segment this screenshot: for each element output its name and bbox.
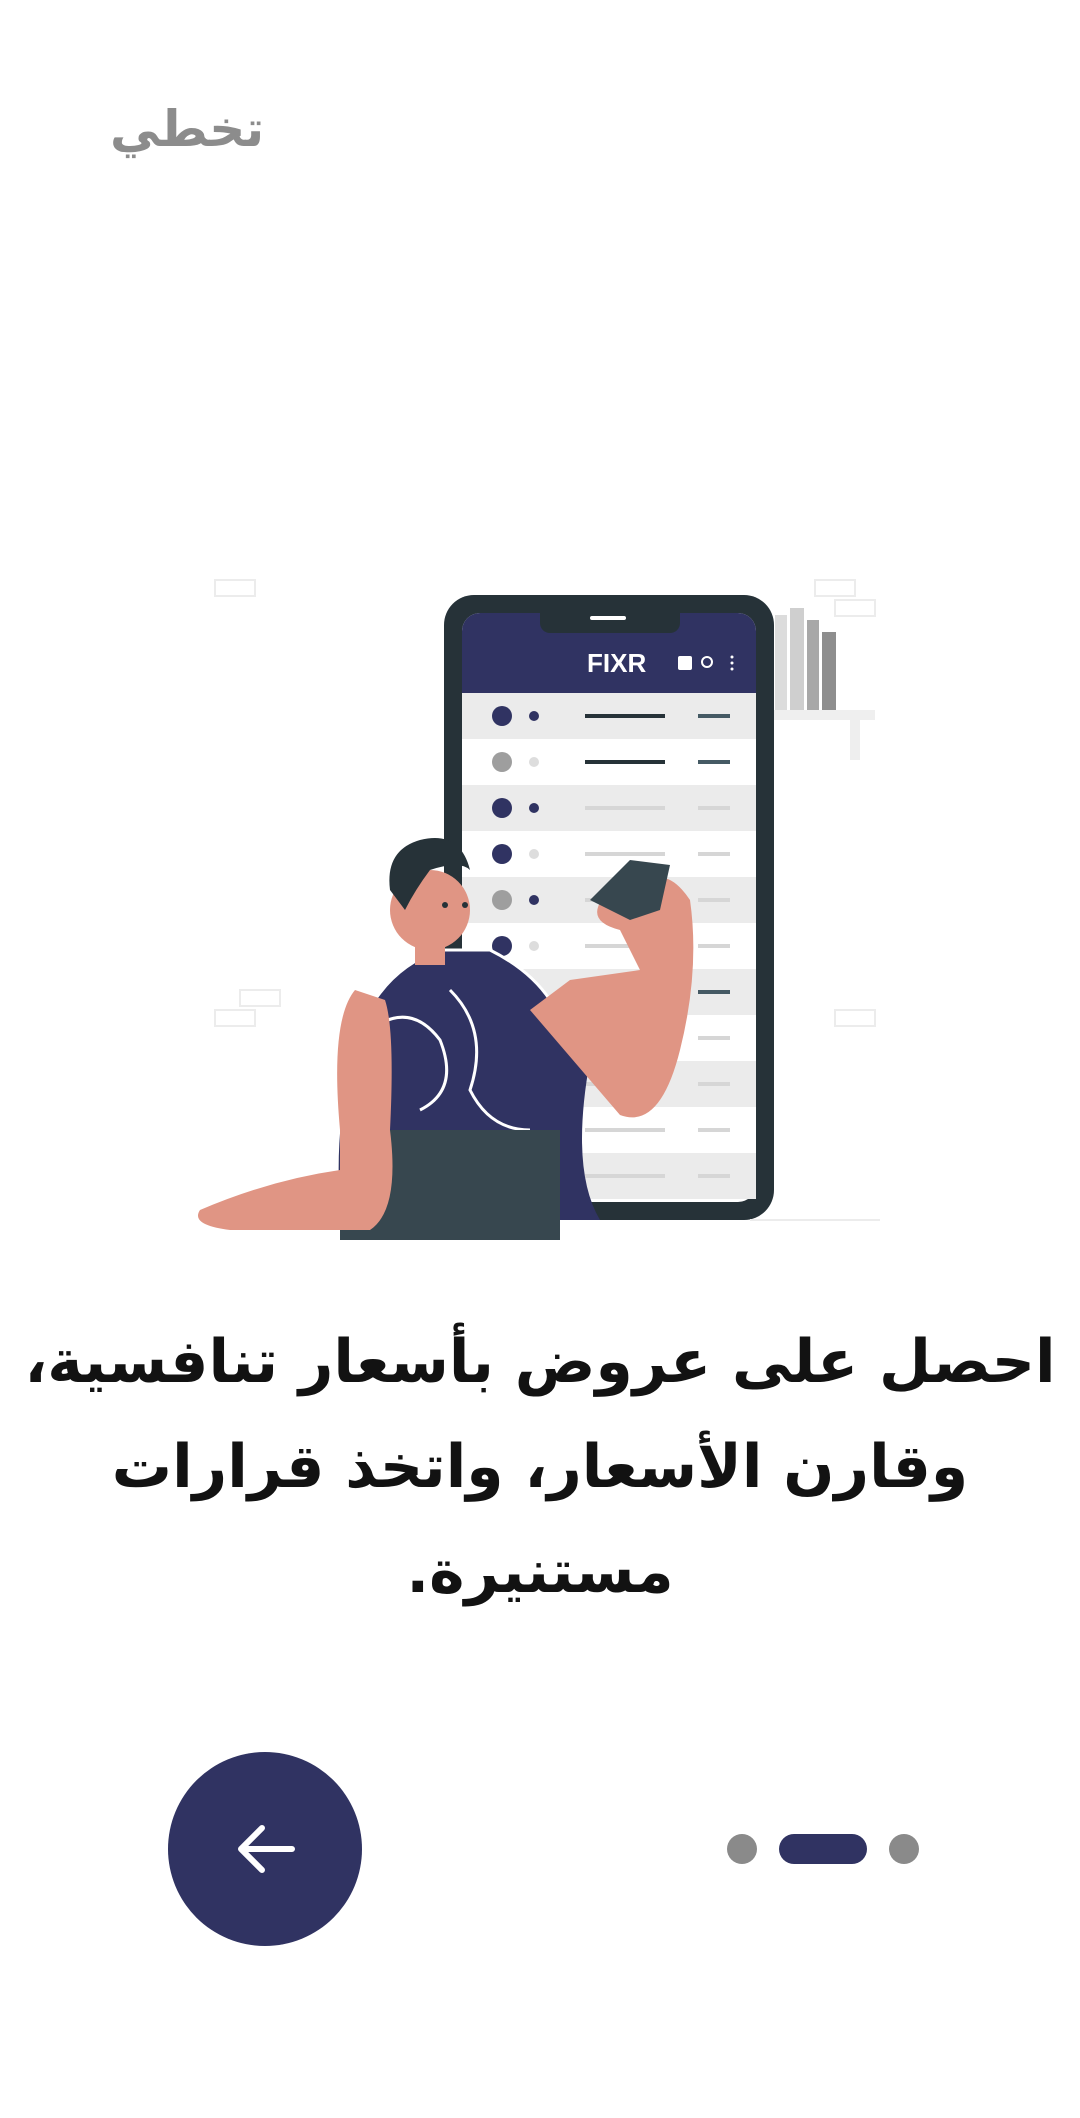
page-dot-2[interactable] [779, 1834, 867, 1864]
shelf-books [765, 608, 875, 760]
skip-button[interactable]: تخطي [110, 100, 264, 158]
back-button[interactable] [168, 1752, 362, 1946]
phone-row-star [529, 941, 539, 951]
page-dot-1[interactable] [727, 1834, 757, 1864]
phone-row-line-short [698, 760, 730, 764]
onboarding-illustration: FIXR [190, 570, 890, 1240]
phone-row-line [585, 1174, 665, 1178]
phone-row-star [529, 895, 539, 905]
phone-row-avatar [492, 890, 512, 910]
arrow-left-icon [238, 1825, 295, 1873]
page-dot-3[interactable] [889, 1834, 919, 1864]
phone-row-line [585, 806, 665, 810]
phone-row-line-short [698, 898, 730, 902]
phone-row-avatar [492, 752, 512, 772]
headline-line-1: احصل على عروض بأسعار تنافسية، [24, 1327, 1056, 1397]
phone-row-avatar [492, 844, 512, 864]
phone-row-star [529, 849, 539, 859]
phone-row-avatar [492, 798, 512, 818]
phone-row-line [585, 714, 665, 718]
phone-row-line-short [698, 714, 730, 718]
phone-row-line [585, 1128, 665, 1132]
page-indicator [727, 1834, 919, 1864]
phone-row-line-short [698, 806, 730, 810]
phone-row-star [529, 757, 539, 767]
phone-row-line-short [698, 1128, 730, 1132]
phone-row-star [529, 803, 539, 813]
onboarding-headline: احصل على عروض بأسعار تنافسية، وقارن الأس… [0, 1310, 1080, 1625]
phone-row-star [529, 711, 539, 721]
phone-row-line-short [698, 944, 730, 948]
phone-row-line-short [698, 990, 730, 994]
phone-row-line [585, 760, 665, 764]
phone-row-line [585, 852, 665, 856]
phone-row-line-short [698, 1082, 730, 1086]
headline-line-2: وقارن الأسعار، واتخذ قرارات مستنيرة. [111, 1432, 969, 1607]
phone-app-title: FIXR [587, 648, 646, 678]
phone-row-line-short [698, 1174, 730, 1178]
phone-row-line-short [698, 852, 730, 856]
phone-row-avatar [492, 706, 512, 726]
phone-row-line-short [698, 1036, 730, 1040]
